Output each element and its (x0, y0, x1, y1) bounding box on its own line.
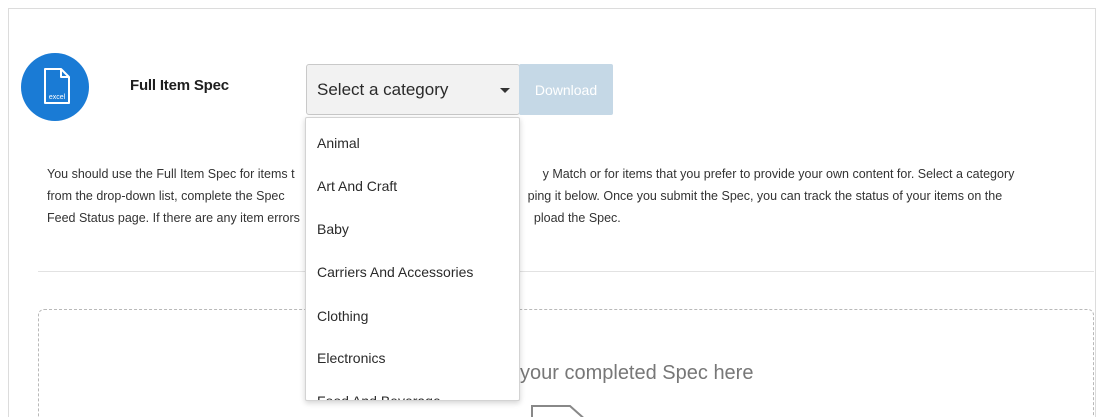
description-line-1a: You should use the Full Item Spec for it… (47, 167, 295, 181)
description-line-1b: y Match or for items that you prefer to … (542, 167, 1015, 181)
dropdown-option-carriers-and-accessories[interactable]: Carriers And Accessories (306, 257, 519, 287)
description-text: You should use the Full Item Spec for it… (47, 163, 1047, 229)
category-select-value: Select a category (317, 80, 449, 99)
category-select[interactable]: Select a category (306, 64, 520, 115)
description-line-2b: ping it below. Once you submit the Spec,… (527, 189, 1003, 203)
dropdown-option-baby[interactable]: Baby (306, 214, 519, 244)
description-line-3a: Feed Status page. If there are any item … (47, 211, 300, 225)
category-dropdown-menu: Animal Art And Craft Baby Carriers And A… (305, 117, 520, 401)
dropdown-option-food-and-beverage[interactable]: Food And Beverage (306, 386, 519, 400)
file-upload-icon (531, 405, 584, 417)
dropdown-option-art-and-craft[interactable]: Art And Craft (306, 171, 519, 201)
chevron-down-icon (500, 88, 510, 93)
divider (38, 271, 1094, 272)
excel-icon-label: excel (49, 94, 66, 101)
description-line-3b: pload the Spec. (533, 211, 621, 225)
dropzone-text: your completed Spec here (520, 362, 754, 384)
dropdown-option-animal[interactable]: Animal (306, 128, 519, 158)
spec-title: Full Item Spec (130, 77, 229, 94)
dropdown-option-clothing[interactable]: Clothing (306, 301, 519, 331)
excel-file-icon: excel (21, 53, 89, 121)
dropdown-option-electronics[interactable]: Electronics (306, 343, 519, 373)
download-button[interactable]: Download (519, 64, 613, 115)
description-line-2a: from the drop-down list, complete the Sp… (47, 189, 285, 203)
